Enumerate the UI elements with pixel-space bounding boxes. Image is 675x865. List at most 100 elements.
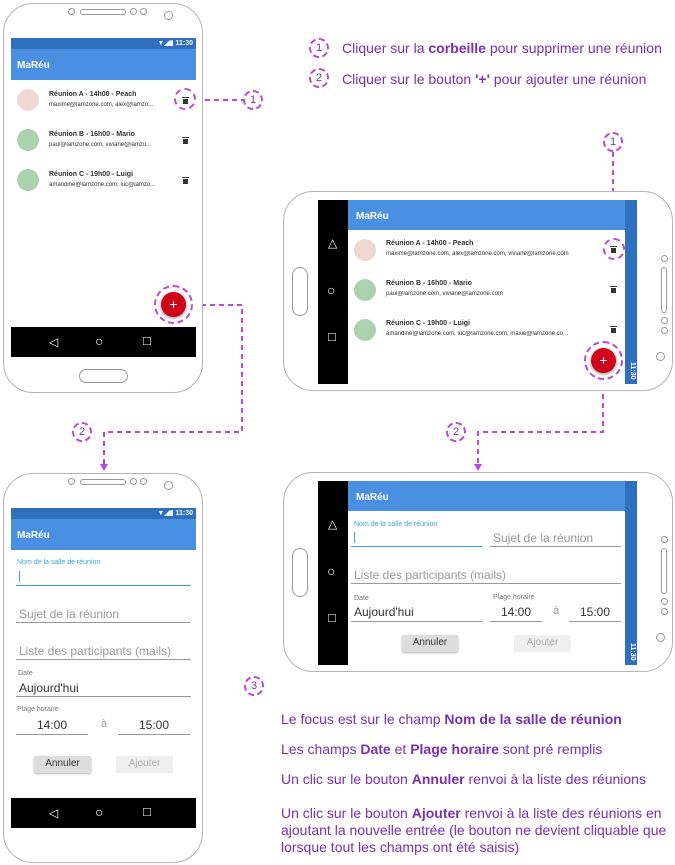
room-name-label: Nom de la salle de réunion — [17, 559, 101, 566]
cancel-button[interactable]: Annuler — [34, 756, 91, 773]
front-camera — [164, 11, 173, 20]
trash-highlight — [174, 88, 196, 110]
trash-icon[interactable] — [610, 326, 617, 333]
note-cancel: Un clic sur le bouton Annuler renvoi à l… — [281, 771, 646, 787]
home-hardware-button[interactable] — [79, 369, 128, 383]
speaker-grille — [80, 479, 126, 485]
meeting-emails: paul@lamzone.com, viviane@lamzo... — [49, 142, 152, 148]
home-icon[interactable]: ○ — [327, 283, 335, 297]
cancel-button[interactable]: Annuler — [402, 635, 458, 652]
time-separator: à — [553, 605, 560, 617]
instruction-delete: Cliquer sur la corbeille pour supprimer … — [342, 40, 662, 56]
app-bar: MaRéu — [348, 200, 625, 230]
nav-bar: ◁ ○ □ — [11, 798, 196, 828]
sensor-dot — [130, 478, 137, 485]
time-range-label: Plage horaire — [493, 594, 535, 601]
meeting-avatar — [354, 279, 376, 301]
home-icon[interactable]: ○ — [95, 334, 103, 348]
status-bar — [625, 200, 637, 384]
home-icon[interactable]: ○ — [327, 564, 335, 578]
recents-icon[interactable]: □ — [143, 805, 151, 818]
nav-bar: △ ○ □ — [318, 200, 348, 384]
text-caret — [19, 571, 20, 582]
home-hardware-button[interactable] — [292, 267, 308, 316]
home-icon[interactable]: ○ — [95, 805, 103, 819]
trash-icon[interactable] — [182, 177, 189, 184]
camera-dot — [68, 478, 75, 485]
status-bar: ▼◢▮ 11:30 — [11, 38, 196, 49]
app-title: MaRéu — [17, 60, 50, 71]
status-icons: ▼◢▮ — [157, 40, 176, 47]
status-icons: ▼◢▮ — [157, 510, 176, 517]
camera-dot — [68, 8, 75, 15]
nav-bar: △ ○ □ — [318, 481, 348, 665]
step-badge-1: 1 — [603, 132, 623, 152]
note-focus: Le focus est sur le champ Nom de la sall… — [281, 711, 622, 727]
recents-icon[interactable]: □ — [328, 330, 336, 343]
date-value: Aujourd'hui — [19, 681, 79, 695]
end-time-value: 15:00 — [580, 605, 611, 619]
back-icon[interactable]: ◁ — [49, 807, 58, 819]
home-hardware-button[interactable] — [292, 548, 308, 597]
trash-highlight — [603, 238, 625, 260]
sensor-dot — [661, 327, 668, 334]
meeting-avatar — [17, 129, 39, 151]
app-bar: MaRéu — [348, 481, 625, 511]
camera-dot — [661, 255, 668, 262]
front-camera — [164, 481, 173, 490]
meeting-emails: maxime@lamzone.com, alex@lamzone.com, vi… — [386, 251, 569, 257]
sensor-dot — [140, 8, 147, 15]
add-button[interactable]: Ajouter — [116, 756, 173, 773]
step-badge-2: 2 — [446, 422, 466, 442]
fab-highlight — [154, 285, 193, 324]
meeting-title: Réunion B - 16h00 - Mario — [386, 280, 472, 287]
room-name-input[interactable] — [351, 530, 482, 547]
meeting-avatar — [17, 89, 39, 111]
trash-icon[interactable] — [610, 286, 617, 293]
sensor-dot — [661, 598, 668, 605]
speaker-grille — [661, 267, 667, 313]
meeting-avatar — [17, 169, 39, 191]
app-title: MaRéu — [17, 530, 50, 541]
back-icon[interactable]: ◁ — [49, 336, 58, 348]
recents-icon[interactable]: □ — [143, 334, 151, 347]
form-screen-portrait: ▼◢▮ 11:30 MaRéu Nom de la salle de réuni… — [11, 508, 196, 828]
legend-badge-1: 1 — [309, 38, 329, 58]
status-time: 11:30 — [175, 40, 193, 47]
speaker-grille — [661, 548, 667, 594]
time-separator: à — [101, 718, 108, 730]
room-name-input[interactable] — [16, 569, 191, 586]
back-icon[interactable]: △ — [328, 518, 337, 530]
sensor-dot — [661, 317, 668, 324]
back-icon[interactable]: △ — [328, 237, 337, 249]
subject-hint: Sujet de la réunion — [493, 531, 594, 545]
front-camera — [656, 352, 665, 361]
camera-dot — [661, 536, 668, 543]
status-bar — [625, 481, 637, 665]
sensor-dot — [661, 608, 668, 615]
app-bar: MaRéu — [11, 49, 196, 80]
app-bar: MaRéu — [11, 519, 196, 550]
recents-icon[interactable]: □ — [328, 611, 336, 624]
meeting-avatar — [354, 239, 376, 261]
nav-bar: ◁ ○ □ — [11, 327, 196, 357]
meeting-title: Réunion C - 19h00 - Luigi — [49, 171, 134, 178]
sensor-dot — [140, 478, 147, 485]
instruction-add: Cliquer sur le bouton '+' pour ajouter u… — [342, 71, 647, 87]
step-badge-2: 2 — [72, 422, 92, 442]
meeting-emails: amandine@lamzone.com, luc@lamzone.com, m… — [386, 331, 569, 337]
date-label: Date — [18, 670, 33, 677]
subject-hint: Sujet de la réunion — [19, 607, 120, 621]
trash-icon[interactable] — [182, 137, 189, 144]
end-time-value: 15:00 — [139, 718, 170, 732]
status-time: 11:30 — [629, 362, 636, 380]
add-button[interactable]: Ajouter — [514, 635, 571, 652]
meeting-title: Réunion B - 16h00 - Mario — [49, 131, 135, 138]
app-title: MaRéu — [356, 211, 389, 222]
status-time: 11:30 — [629, 643, 636, 661]
meeting-emails: maxime@lamzone.com, alex@lamzo... — [49, 102, 154, 108]
status-bar: ▼◢▮ 11:30 — [11, 508, 196, 519]
date-label: Date — [354, 595, 369, 602]
room-name-label: Nom de la salle de réunion — [354, 521, 438, 528]
speaker-grille — [80, 9, 126, 15]
